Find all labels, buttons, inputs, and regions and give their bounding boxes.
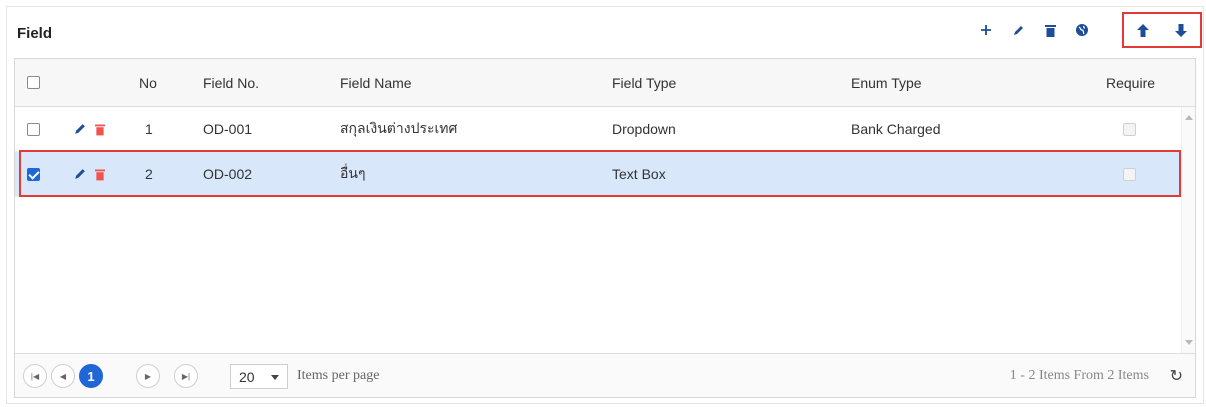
cell-field-type: Dropdown xyxy=(612,121,676,137)
page-size-value: 20 xyxy=(239,368,255,385)
grid-pager: |◀ ◀ 1 ▶ ▶| 20 Items per page 1 - 2 Item… xyxy=(15,353,1195,397)
scroll-down-icon[interactable] xyxy=(1185,340,1193,345)
edit-button[interactable] xyxy=(1005,17,1031,43)
field-grid: No Field No. Field Name Field Type Enum … xyxy=(14,58,1196,398)
table-row[interactable]: 2 OD-002 อื่นๆ Text Box xyxy=(15,152,1181,197)
page-1-button[interactable]: 1 xyxy=(79,364,103,388)
select-all-checkbox[interactable] xyxy=(27,76,40,89)
require-checkbox xyxy=(1123,167,1136,181)
first-page-icon: |◀ xyxy=(30,371,40,381)
globe-icon xyxy=(1076,24,1088,36)
require-checkbox xyxy=(1123,122,1136,136)
row-delete-button[interactable] xyxy=(95,152,105,196)
col-header-require[interactable]: Require xyxy=(1106,59,1155,106)
col-header-field-name[interactable]: Field Name xyxy=(340,59,412,106)
pencil-icon xyxy=(75,124,85,134)
col-header-enum-type[interactable]: Enum Type xyxy=(851,59,922,106)
cell-field-no: OD-001 xyxy=(203,121,253,137)
row-checkbox[interactable] xyxy=(27,167,40,181)
scroll-up-icon[interactable] xyxy=(1185,115,1193,120)
table-row[interactable]: 1 OD-001 สกุลเงินต่างประเทศ Dropdown Ban… xyxy=(15,107,1181,152)
select-all-cell xyxy=(27,59,40,106)
prev-page-icon: ◀ xyxy=(59,371,67,381)
last-page-icon: ▶| xyxy=(181,371,191,381)
cell-field-name: อื่นๆ xyxy=(340,165,366,181)
row-delete-button[interactable] xyxy=(95,107,105,151)
plus-icon xyxy=(981,25,991,35)
move-up-button[interactable] xyxy=(1130,17,1156,43)
pager-info: 1 - 2 Items From 2 Items xyxy=(1009,368,1149,383)
row-edit-button[interactable] xyxy=(73,152,87,196)
next-page-button[interactable]: ▶ xyxy=(136,364,160,388)
arrow-down-icon xyxy=(1175,23,1187,37)
globe-button[interactable] xyxy=(1069,17,1095,43)
pencil-icon xyxy=(75,169,85,179)
move-down-button[interactable] xyxy=(1168,17,1194,43)
add-button[interactable] xyxy=(973,17,999,43)
pencil-icon xyxy=(1013,25,1023,35)
panel-title: Field xyxy=(17,25,53,42)
row-checkbox[interactable] xyxy=(27,122,40,136)
vertical-scrollbar[interactable] xyxy=(1181,107,1195,353)
next-page-icon: ▶ xyxy=(144,371,152,381)
cell-no: 2 xyxy=(145,166,153,182)
grid-header: No Field No. Field Name Field Type Enum … xyxy=(15,59,1195,107)
chevron-down-icon xyxy=(271,375,279,380)
cell-field-name: สกุลเงินต่างประเทศ xyxy=(340,120,458,136)
last-page-button[interactable]: ▶| xyxy=(174,364,198,388)
page-size-select[interactable]: 20 xyxy=(230,364,288,389)
items-per-page-label: Items per page xyxy=(297,368,380,383)
first-page-button[interactable]: |◀ xyxy=(23,364,47,388)
cell-enum-type: Bank Charged xyxy=(851,121,941,137)
col-header-no[interactable]: No xyxy=(139,59,157,106)
refresh-icon[interactable]: ↻ xyxy=(1170,366,1183,386)
cell-field-no: OD-002 xyxy=(203,166,253,182)
trash-icon xyxy=(95,124,105,135)
col-header-field-type[interactable]: Field Type xyxy=(612,59,676,106)
trash-icon xyxy=(1044,24,1056,37)
delete-button[interactable] xyxy=(1037,17,1063,43)
toolbar xyxy=(970,12,1098,48)
arrow-up-icon xyxy=(1137,23,1149,37)
row-edit-button[interactable] xyxy=(73,107,87,151)
move-buttons-group xyxy=(1122,12,1202,48)
cell-field-type: Text Box xyxy=(612,166,666,182)
col-header-field-no[interactable]: Field No. xyxy=(203,59,259,106)
cell-no: 1 xyxy=(145,121,153,137)
trash-icon xyxy=(95,169,105,180)
prev-page-button[interactable]: ◀ xyxy=(51,364,75,388)
